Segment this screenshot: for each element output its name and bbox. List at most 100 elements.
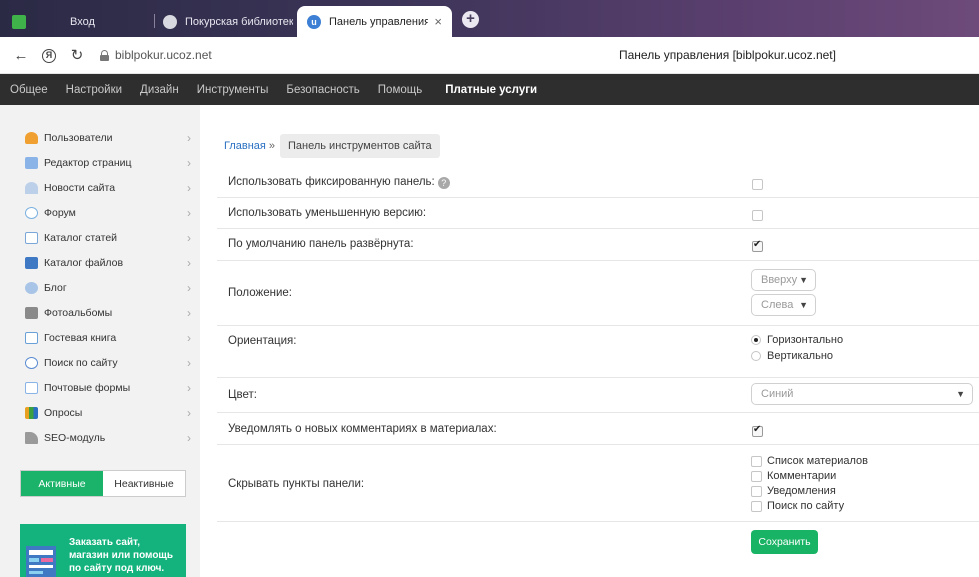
promo-line: Заказать сайт,	[69, 537, 141, 548]
sidebar-item-label: Пользователи	[44, 132, 113, 144]
url-text: biblpokur.ucoz.net	[115, 48, 212, 62]
sidebar-item-label: Гостевая книга	[44, 332, 117, 344]
expanded-default-checkbox[interactable]	[752, 239, 763, 252]
notify-comments-checkbox[interactable]	[752, 424, 763, 437]
breadcrumb-separator: »	[268, 140, 275, 152]
breadcrumb-current: Панель инструментов сайта	[280, 134, 440, 158]
sidebar-item-files[interactable]: Каталог файлов ›	[25, 253, 195, 273]
sidebar-item-label: Поиск по сайту	[44, 357, 118, 369]
setting-row-expanded: По умолчанию панель развёрнута:	[217, 229, 979, 261]
menu-paid-services[interactable]: Платные услуги	[445, 84, 537, 96]
position-horizontal-select[interactable]: Слева ▼	[751, 294, 816, 316]
sidebar-item-label: SEO-модуль	[44, 432, 106, 444]
blog-icon	[25, 282, 38, 294]
new-tab-button[interactable]: +	[462, 11, 479, 28]
setting-label: По умолчанию панель развёрнута:	[228, 238, 414, 250]
chevron-right-icon: ›	[187, 306, 191, 320]
menu-settings[interactable]: Настройки	[66, 84, 122, 96]
setting-label: Использовать фиксированную панель:?	[228, 176, 450, 189]
chevron-down-icon: ▼	[799, 300, 808, 310]
setting-row-hide-items: Скрывать пункты панели: Список материало…	[217, 445, 979, 522]
news-icon	[25, 182, 38, 194]
sidebar-item-guestbook[interactable]: Гостевая книга ›	[25, 328, 195, 348]
website-illustration-icon	[26, 546, 56, 577]
setting-row-position: Положение: Вверху ▼ Слева ▼	[217, 261, 979, 326]
sidebar-item-label: Каталог файлов	[44, 257, 124, 269]
browser-tab-strip: Вход Покурская библиотека - г u Панель у…	[0, 0, 979, 37]
sidebar-item-search[interactable]: Поиск по сайту ›	[25, 353, 195, 373]
orientation-horizontal-radio[interactable]: Горизонтально	[751, 334, 843, 346]
files-icon	[25, 257, 38, 269]
reload-icon[interactable]: ↻	[66, 46, 88, 64]
chevron-right-icon: ›	[187, 281, 191, 295]
reduced-version-checkbox[interactable]	[752, 210, 763, 221]
url-field[interactable]: biblpokur.ucoz.net	[100, 48, 212, 62]
seo-icon	[25, 432, 38, 444]
back-arrow-icon[interactable]: ←	[10, 47, 32, 64]
filter-inactive-button[interactable]: Неактивные	[103, 471, 185, 496]
radio-dot	[751, 351, 761, 361]
menu-design[interactable]: Дизайн	[140, 84, 179, 96]
chevron-right-icon: ›	[187, 406, 191, 420]
setting-row-color: Цвет: Синий ▼	[217, 378, 979, 413]
sidebar-item-label: Фотоальбомы	[44, 307, 113, 319]
forum-icon	[25, 207, 38, 219]
close-tab-icon[interactable]: ×	[428, 14, 442, 29]
chevron-right-icon: ›	[187, 156, 191, 170]
sidebar-item-label: Почтовые формы	[44, 382, 131, 394]
sidebar: Пользователи › Редактор страниц › Новост…	[0, 105, 200, 577]
checkbox-label: Список материалов	[767, 455, 869, 467]
sidebar-item-page-editor[interactable]: Редактор страниц ›	[25, 153, 195, 173]
fixed-panel-checkbox[interactable]	[752, 179, 763, 190]
sidebar-item-users[interactable]: Пользователи ›	[25, 128, 195, 148]
chevron-right-icon: ›	[187, 206, 191, 220]
chevron-right-icon: ›	[187, 256, 191, 270]
chevron-right-icon: ›	[187, 356, 191, 370]
save-button[interactable]: Сохранить	[751, 530, 818, 554]
orientation-vertical-radio[interactable]: Вертикально	[751, 350, 833, 362]
sidebar-item-polls[interactable]: Опросы ›	[25, 403, 195, 423]
sidebar-item-seo[interactable]: SEO-модуль ›	[25, 428, 195, 448]
checkbox-box	[751, 485, 762, 497]
hide-site-search-checkbox[interactable]: Поиск по сайту	[751, 500, 844, 512]
radio-label: Горизонтально	[767, 334, 844, 346]
menu-security[interactable]: Безопасность	[286, 84, 359, 96]
hide-notifications-checkbox[interactable]: Уведомления	[751, 485, 836, 497]
book-icon	[25, 332, 38, 344]
chevron-right-icon: ›	[187, 381, 191, 395]
page-icon	[25, 157, 38, 169]
menu-general[interactable]: Общее	[10, 84, 48, 96]
promo-banner[interactable]: Заказать сайт, магазин или помощь по сай…	[20, 524, 186, 577]
setting-row-reduced: Использовать уменьшенную версию:	[217, 198, 979, 229]
breadcrumb-home-link[interactable]: Главная	[224, 140, 266, 152]
sidebar-item-blog[interactable]: Блог ›	[25, 278, 195, 298]
setting-row-notify: Уведомлять о новых комментариях в матери…	[217, 413, 979, 445]
ucoz-icon: u	[307, 14, 321, 29]
yandex-icon[interactable]: Я	[38, 47, 60, 63]
chevron-down-icon: ▼	[799, 275, 808, 285]
filter-active-button[interactable]: Активные	[21, 471, 103, 496]
help-icon[interactable]: ?	[437, 177, 450, 189]
sidebar-item-forum[interactable]: Форум ›	[25, 203, 195, 223]
tab-label: Вход	[70, 15, 95, 28]
chevron-right-icon: ›	[187, 231, 191, 245]
chevron-down-icon: ▼	[956, 389, 965, 399]
sidebar-item-mail-forms[interactable]: Почтовые формы ›	[25, 378, 195, 398]
menu-help[interactable]: Помощь	[378, 84, 422, 96]
sidebar-item-label: Редактор страниц	[44, 157, 132, 169]
browser-tab-login[interactable]: Вход	[12, 6, 142, 37]
sidebar-item-news[interactable]: Новости сайта ›	[25, 178, 195, 198]
sidebar-item-articles[interactable]: Каталог статей ›	[25, 228, 195, 248]
browser-tab-library[interactable]: Покурская библиотека - г	[163, 6, 293, 37]
hide-materials-list-checkbox[interactable]: Список материалов	[751, 455, 868, 467]
search-icon	[25, 357, 38, 369]
browser-tab-control-panel[interactable]: u Панель управления [bib ×	[297, 6, 452, 37]
lock-icon	[100, 49, 109, 61]
position-vertical-select[interactable]: Вверху ▼	[751, 269, 816, 291]
color-select[interactable]: Синий ▼	[751, 383, 973, 405]
sidebar-item-photo[interactable]: Фотоальбомы ›	[25, 303, 195, 323]
checkbox-box	[751, 470, 762, 482]
hide-comments-checkbox[interactable]: Комментарии	[751, 470, 836, 482]
menu-tools[interactable]: Инструменты	[197, 84, 269, 96]
modules-filter-toggle: Активные Неактивные	[20, 470, 186, 497]
